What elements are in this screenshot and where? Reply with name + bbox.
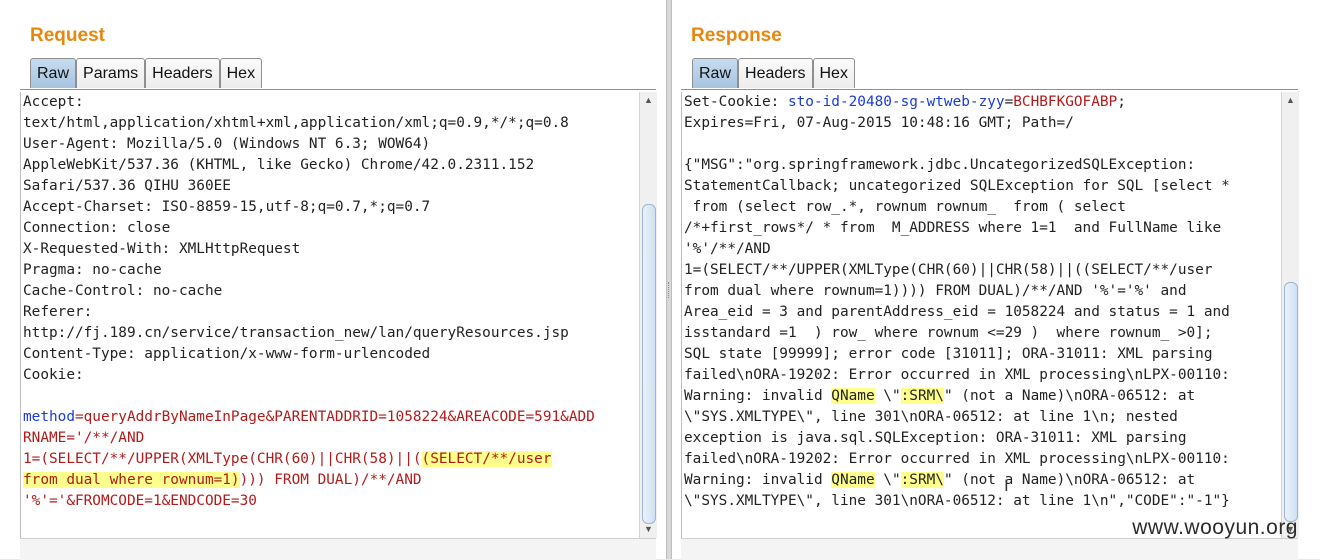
response-scrollbar[interactable]: ▲ ▼ [1281,92,1299,538]
scroll-up-icon[interactable]: ▲ [1282,92,1299,109]
code-line: SQL state [99999]; error code [31011]; O… [684,346,1213,362]
tab-raw[interactable]: Raw [692,58,739,88]
tab-params[interactable]: Params [76,58,146,88]
code-line: Cookie: [23,367,84,383]
cookie-value: BCHBFKGOFABP [1013,94,1118,110]
code-line: Safari/537.36 QIHU 360EE [23,178,231,194]
code-line: from (select row_.*, rownum rownum_ from… [684,199,1126,215]
cookie-name: sto-id-20480-sg-wtweb-zyy [787,94,1005,110]
srm-highlight: :SRM\ [900,472,944,488]
warning-text: \" [874,388,901,404]
tab-underline [681,89,1298,90]
code-line: User-Agent: Mozilla/5.0 (Windows NT 6.3;… [23,136,431,152]
payload-suffix: ))) FROM DUAL)/**/AND [239,472,422,488]
scroll-thumb[interactable] [642,204,656,524]
code-line: Expires=Fri, 07-Aug-2015 10:48:16 GMT; P… [684,115,1074,131]
code-line: Area_eid = 3 and parentAddress_eid = 105… [684,304,1230,320]
response-warning-line: Warning: invalid QName \":SRM\" (not a N… [684,386,1280,407]
divider-grip-icon[interactable] [668,282,671,298]
code-line: http://fj.189.cn/service/transaction_new… [23,325,569,341]
response-pane: Response Raw Headers Hex Set-Cookie: sto… [672,0,1320,560]
tab-underline [20,89,656,90]
payload-prefix: 1=(SELECT/**/UPPER(XMLType(CHR(60)||CHR(… [23,451,422,467]
tab-hex[interactable]: Hex [219,58,263,88]
qname-highlight: QName [831,472,875,488]
payload-highlight: (SELECT/**/user [421,451,552,467]
tab-headers[interactable]: Headers [738,58,813,88]
code-line: failed\nORA-19202: Error occurred in XML… [684,367,1230,383]
code-line: text/html,application/xhtml+xml,applicat… [23,115,569,131]
request-body-line: method=queryAddrByNameInPage&PARENTADDRI… [23,407,640,428]
request-tabs: Raw Params Headers Hex [30,58,263,89]
scroll-down-icon[interactable]: ▼ [640,521,657,538]
request-body-line: '%'='&FROMCODE=1&ENDCODE=30 [23,493,257,509]
code-line: Connection: close [23,220,171,236]
code-line: X-Requested-With: XMLHttpRequest [23,241,301,257]
cookie-end: ; [1117,94,1126,110]
request-pane: Request Raw Params Headers Hex Accept: te… [0,0,666,560]
text-cursor-icon: I [1004,476,1009,495]
code-line: Accept-Charset: ISO-8859-15,utf-8;q=0.7,… [23,199,431,215]
tab-headers[interactable]: Headers [145,58,220,88]
request-scrollbar[interactable]: ▲ ▼ [639,92,657,538]
request-body-line: 1=(SELECT/**/UPPER(XMLType(CHR(60)||CHR(… [23,449,640,470]
code-line: '%'/**/AND [684,241,771,257]
response-cookie-line: Set-Cookie: sto-id-20480-sg-wtweb-zyy=BC… [684,92,1280,113]
scroll-up-icon[interactable]: ▲ [640,92,657,109]
warning-text: \" [874,472,901,488]
code-line: isstandard =1 ) row_ where rownum <=29 )… [684,325,1213,341]
code-line: Cache-Control: no-cache [23,283,223,299]
response-tabs: Raw Headers Hex [692,58,855,89]
response-warning-line: Warning: invalid QName \":SRM\" (not a N… [684,470,1280,491]
warning-text: " (not a Name)\nORA-06512: at [943,472,1196,488]
response-body-line: \"SYS.XMLTYPE\", line 301\nORA-06512: at… [684,493,1230,509]
warning-text: Warning: invalid [684,388,832,404]
tab-hex[interactable]: Hex [812,58,855,88]
code-line: AppleWebKit/537.36 (KHTML, like Gecko) C… [23,157,535,173]
code-line: exception is java.sql.SQLException: ORA-… [684,430,1187,446]
param-value: =queryAddrByNameInPage&PARENTADDRID=1058… [74,409,595,425]
request-search-bar[interactable] [20,538,656,560]
srm-highlight: :SRM\ [900,388,944,404]
code-line: \"SYS.XMLTYPE\", line 301\nORA-06512: at… [684,409,1178,425]
warning-text: Warning: invalid [684,472,832,488]
code-line: {"MSG":"org.springframework.jdbc.Uncateg… [684,157,1196,173]
code-line: StatementCallback; uncategorized SQLExce… [684,178,1230,194]
code-line: Referer: [23,304,93,320]
code-line: Content-Type: application/x-www-form-url… [23,346,431,362]
code-line: Pragma: no-cache [23,262,162,278]
qname-highlight: QName [831,388,875,404]
code-line: Accept: [23,94,84,110]
param-name: method [23,409,75,425]
code-line: failed\nORA-19202: Error occurred in XML… [684,451,1230,467]
cookie-label: Set-Cookie: [684,94,788,110]
code-line: from dual where rownum=1)))) FROM DUAL)/… [684,283,1187,299]
code-line: 1=(SELECT/**/UPPER(XMLType(CHR(60)||CHR(… [684,262,1213,278]
request-headers: Accept: text/html,application/xhtml+xml,a… [23,92,640,407]
code-line: /*+first_rows*/ * from M_ADDRESS where 1… [684,220,1222,236]
tab-raw[interactable]: Raw [30,58,77,88]
watermark: www.wooyun.org [1132,516,1298,539]
response-body: \"SYS.XMLTYPE\", line 301\nORA-06512: at… [684,407,1280,470]
scroll-thumb[interactable] [1284,282,1298,522]
cookie-eq: = [1004,94,1014,110]
response-title: Response [691,25,782,46]
request-body-line: RNAME='/**/AND [23,430,145,446]
request-editor[interactable]: Accept: text/html,application/xhtml+xml,a… [20,92,640,538]
response-search-bar[interactable] [681,538,1298,560]
warning-text: " (not a Name)\nORA-06512: at [943,388,1196,404]
request-body-line: from dual where rownum=1)))) FROM DUAL)/… [23,470,640,491]
payload-highlight: from dual where rownum=1) [23,472,240,488]
response-body: Expires=Fri, 07-Aug-2015 10:48:16 GMT; P… [684,113,1280,386]
request-title: Request [30,25,105,46]
response-editor[interactable]: Set-Cookie: sto-id-20480-sg-wtweb-zyy=BC… [681,92,1280,538]
